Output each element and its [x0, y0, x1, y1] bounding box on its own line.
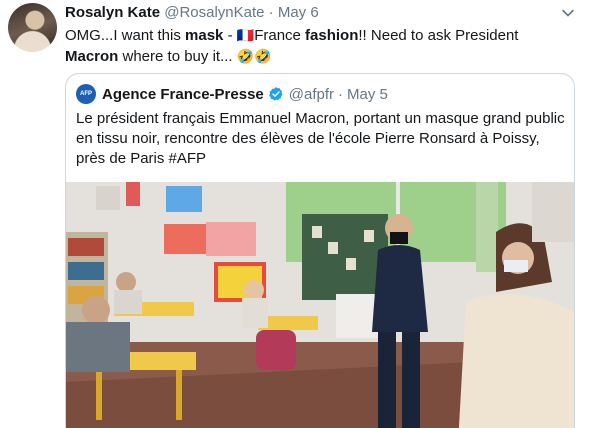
chevron-down-icon[interactable] [561, 6, 575, 20]
quoted-tweet[interactable]: AFP Agence France-Presse @afpfr · May 5 … [65, 73, 575, 428]
quoted-author-name[interactable]: Agence France-Presse [102, 86, 264, 103]
quoted-tweet-header: AFP Agence France-Presse @afpfr · May 5 [76, 84, 388, 104]
tweet-text-bold: fashion [305, 27, 359, 44]
tweet-text-part: - [223, 27, 237, 44]
tweet-date[interactable]: May 6 [278, 4, 319, 21]
quoted-tweet-text: Le président français Emmanuel Macron, p… [76, 110, 565, 167]
verified-badge-icon [268, 87, 283, 101]
author-handle[interactable]: @RosalynKate [164, 4, 264, 21]
tweet-text-bold: mask [185, 27, 224, 44]
tweet-text: OMG...I want this mask - 🇫🇷France fashio… [65, 25, 575, 67]
tweet-text-bold: Macron [65, 48, 119, 65]
separator: · [338, 85, 343, 103]
separator: · [268, 4, 274, 21]
tweet-text-part: where to buy it... [118, 48, 237, 65]
tweet[interactable]: Rosalyn Kate @RosalynKate · May 6 OMG...… [0, 0, 594, 428]
france-flag-icon: 🇫🇷 [236, 27, 255, 43]
afp-avatar[interactable]: AFP [76, 84, 96, 104]
quoted-tweet-photo[interactable] [66, 182, 574, 428]
classroom-photo [66, 182, 574, 428]
avatar[interactable] [8, 3, 57, 52]
tweet-text-part: OMG...I want this [65, 27, 186, 44]
tweet-header: Rosalyn Kate @RosalynKate · May 6 [65, 4, 319, 24]
quoted-author-handle[interactable]: @afpfr [289, 86, 334, 103]
quoted-tweet-date[interactable]: May 5 [347, 86, 388, 103]
author-name[interactable]: Rosalyn Kate [65, 4, 160, 21]
tweet-text-part: !! Need to ask President [358, 27, 519, 44]
laughing-emoji-icon: 🤣🤣 [236, 48, 272, 64]
tweet-text-part: France [254, 27, 306, 44]
